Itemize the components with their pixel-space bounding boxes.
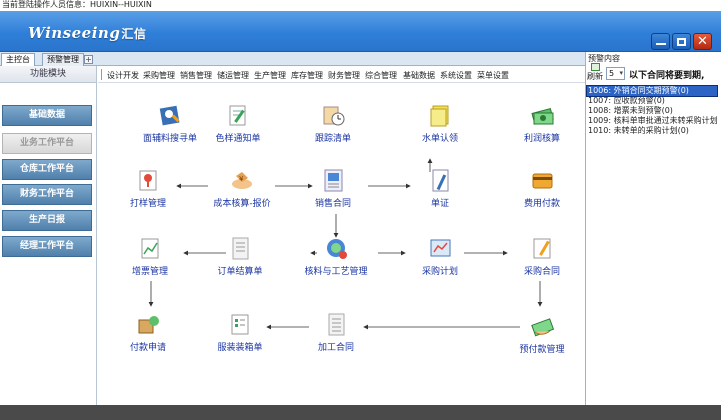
menu-production-management[interactable]: 生产管理: [254, 70, 286, 81]
sales-contract-icon: [324, 169, 342, 192]
workflow-canvas: 面辅料搜寻单 色样通知单 跟踪清单 水单认领 利润核算 打样管理 ¥ 成本核算-…: [98, 84, 585, 405]
menu-design-development[interactable]: 设计开发: [107, 70, 139, 81]
flow-sales-contract[interactable]: 销售合同: [293, 168, 373, 209]
menu-system-settings[interactable]: 系统设置: [440, 70, 472, 81]
alert-item[interactable]: 1008: 增票未到预警(0): [587, 106, 720, 116]
alert-panel: 预警内容 刷新 5 ▾ 以下合同将要到期, 1006: 外销合同交期预警(0) 1…: [585, 52, 721, 405]
menu-purchase-management[interactable]: 采购管理: [143, 70, 175, 81]
flow-documents[interactable]: 单证: [400, 168, 480, 209]
menu-finance-management[interactable]: 财务管理: [328, 70, 360, 81]
flow-packing-list[interactable]: 服装装箱单: [200, 312, 280, 353]
flow-processing-contract[interactable]: 加工合同: [296, 312, 376, 353]
app-logo: Winseeing汇信: [28, 24, 147, 42]
menu-inventory-management[interactable]: 库存管理: [291, 70, 323, 81]
flow-expense-payment[interactable]: 费用付款: [502, 168, 582, 209]
alert-item[interactable]: 1007: 应收款预警(0): [587, 96, 720, 106]
expense-payment-icon: [532, 173, 552, 189]
menu-bar: 设计开发 采购管理 销售管理 储运管理 生产管理 库存管理 财务管理 综合管理 …: [98, 66, 585, 83]
refresh-label[interactable]: 刷新: [587, 71, 603, 82]
refresh-count-select[interactable]: 5 ▾: [606, 67, 625, 80]
color-notice-icon: [229, 105, 245, 126]
payment-request-icon: [138, 316, 159, 334]
material-process-icon: [326, 239, 347, 259]
menu-logistics-management[interactable]: 储运管理: [217, 70, 249, 81]
flow-payment-request[interactable]: 付款申请: [108, 312, 188, 353]
expiring-contracts-notice: 以下合同将要到期,: [629, 71, 705, 81]
module-manager-platform[interactable]: 经理工作平台: [2, 236, 92, 257]
fabric-search-icon: [159, 105, 180, 126]
alert-item[interactable]: 1010: 未转单的采购计划(0): [587, 126, 720, 136]
processing-contract-icon: [328, 313, 344, 336]
flow-cost-quotation[interactable]: ¥ 成本核算-报价: [202, 168, 282, 209]
minimize-button[interactable]: [651, 33, 670, 50]
menu-sales-management[interactable]: 销售管理: [180, 70, 212, 81]
panel-header: 功能模块: [0, 66, 96, 83]
vat-invoice-icon: [141, 238, 158, 259]
alert-item[interactable]: 1006: 外销合同交期预警(0): [586, 85, 718, 97]
refresh-icon[interactable]: [591, 63, 600, 71]
flow-profit-accounting[interactable]: 利润核算: [502, 103, 582, 144]
tab-alert-management[interactable]: 预警管理: [42, 53, 84, 66]
chevron-down-icon: ▾: [619, 69, 623, 77]
purchase-plan-icon: [430, 239, 450, 257]
receipt-claim-icon: [430, 105, 448, 127]
maximize-button[interactable]: [672, 33, 691, 50]
flow-material-process[interactable]: 核料与工艺管理: [296, 236, 376, 277]
menu-menu-settings[interactable]: 菜单设置: [477, 70, 509, 81]
login-info: 当前登陆操作人员信息：HUIXIN--HUIXIN: [0, 0, 721, 11]
module-basic-data[interactable]: 基础数据: [2, 105, 92, 126]
flow-tracking-list[interactable]: 跟踪清单: [293, 103, 373, 144]
flow-color-notice[interactable]: 色样通知单: [198, 103, 278, 144]
order-settlement-icon: [232, 237, 248, 260]
module-production-daily[interactable]: 生产日报: [2, 210, 92, 231]
module-finance-platform[interactable]: 财务工作平台: [2, 184, 92, 205]
svg-text:¥: ¥: [239, 175, 244, 183]
function-module-panel: 功能模块 基础数据 业务工作平台 仓库工作平台 财务工作平台 生产日报 经理工作…: [0, 66, 97, 405]
alert-item[interactable]: 1009: 核料单审批通过未转采购计划: [587, 116, 720, 126]
flow-order-settlement[interactable]: 订单结算单: [200, 236, 280, 277]
flow-prepayment[interactable]: 预付款管理: [502, 314, 582, 355]
documents-icon: [432, 169, 448, 192]
module-warehouse-platform[interactable]: 仓库工作平台: [2, 159, 92, 180]
menu-general-management[interactable]: 综合管理: [365, 70, 397, 81]
minimize-icon: [655, 43, 666, 45]
prepayment-icon: [530, 318, 554, 337]
flow-purchase-contract[interactable]: 采购合同: [502, 236, 582, 277]
sampling-icon: [139, 170, 156, 191]
purchase-contract-icon: [533, 238, 550, 259]
tab-strip: 主控台 预警管理 +: [0, 52, 585, 66]
title-bar: Winseeing汇信 ✕: [0, 11, 721, 52]
packing-list-icon: [231, 314, 248, 335]
profit-accounting-icon: [530, 107, 554, 125]
add-tab-icon[interactable]: +: [84, 55, 93, 64]
flow-vat-invoice[interactable]: 增票管理: [110, 236, 190, 277]
close-button[interactable]: ✕: [693, 33, 712, 50]
module-business-platform[interactable]: 业务工作平台: [2, 133, 92, 154]
flow-receipt-claim[interactable]: 水单认领: [400, 103, 480, 144]
menu-separator: [101, 69, 102, 80]
status-bar: [0, 405, 721, 420]
maximize-icon: [677, 37, 686, 46]
flow-purchase-plan[interactable]: 采购计划: [400, 236, 480, 277]
close-icon: ✕: [697, 34, 708, 49]
tab-dashboard[interactable]: 主控台: [1, 53, 35, 66]
menu-basic-data[interactable]: 基础数据: [403, 70, 435, 81]
cost-quotation-icon: ¥: [231, 172, 252, 189]
alert-list: 1006: 外销合同交期预警(0) 1007: 应收款预警(0) 1008: 增…: [586, 85, 720, 136]
tracking-list-icon: [323, 106, 344, 126]
flow-sampling[interactable]: 打样管理: [108, 168, 188, 209]
